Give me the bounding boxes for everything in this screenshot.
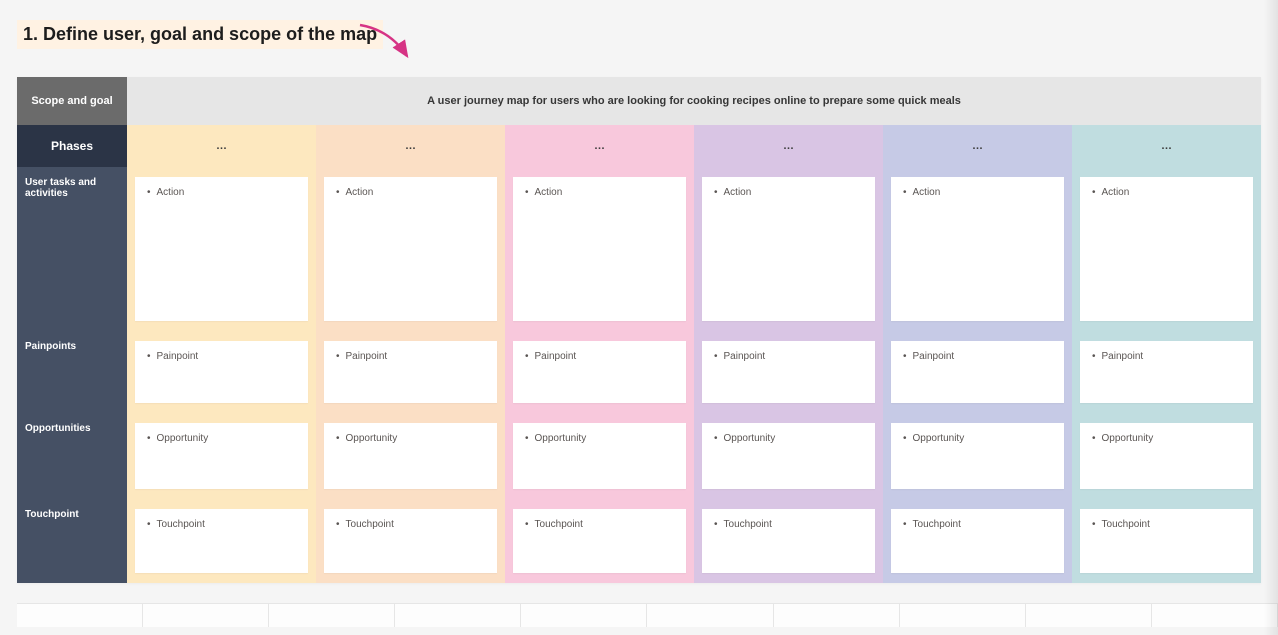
cell-touchpoint[interactable]: Touchpoint: [694, 499, 883, 583]
row-header-phases: Phases: [17, 125, 127, 167]
cell-painpoint[interactable]: Painpoint: [883, 331, 1072, 413]
cell-painpoint[interactable]: Painpoint: [316, 331, 505, 413]
action-item: Action: [903, 187, 940, 198]
phase-header[interactable]: …: [1072, 125, 1261, 167]
cell-painpoint[interactable]: Painpoint: [1072, 331, 1261, 413]
cell-touchpoint[interactable]: Touchpoint: [1072, 499, 1261, 583]
phase-header[interactable]: …: [127, 125, 316, 167]
cell-action[interactable]: Action: [505, 167, 694, 331]
step-title: 1. Define user, goal and scope of the ma…: [17, 20, 383, 49]
action-item: Action: [525, 187, 562, 198]
opportunity-item: Opportunity: [336, 433, 397, 444]
cell-touchpoint[interactable]: Touchpoint: [127, 499, 316, 583]
touchpoint-item: Touchpoint: [903, 519, 961, 530]
phase-header[interactable]: …: [505, 125, 694, 167]
touchpoint-item: Touchpoint: [336, 519, 394, 530]
cell-opportunity[interactable]: Opportunity: [694, 413, 883, 499]
touchpoint-item: Touchpoint: [525, 519, 583, 530]
edge-shadow: [1264, 0, 1278, 635]
cell-action[interactable]: Action: [694, 167, 883, 331]
action-item: Action: [147, 187, 184, 198]
painpoint-item: Painpoint: [525, 351, 576, 362]
action-item: Action: [336, 187, 373, 198]
row-header-touchpoint: Touchpoint: [17, 499, 127, 583]
action-item: Action: [1092, 187, 1129, 198]
cell-touchpoint[interactable]: Touchpoint: [883, 499, 1072, 583]
cell-painpoint[interactable]: Painpoint: [505, 331, 694, 413]
cell-opportunity[interactable]: Opportunity: [316, 413, 505, 499]
painpoint-item: Painpoint: [147, 351, 198, 362]
painpoint-item: Painpoint: [1092, 351, 1143, 362]
painpoint-item: Painpoint: [336, 351, 387, 362]
opportunity-item: Opportunity: [714, 433, 775, 444]
cell-action[interactable]: Action: [316, 167, 505, 331]
cell-painpoint[interactable]: Painpoint: [127, 331, 316, 413]
cell-action[interactable]: Action: [127, 167, 316, 331]
cell-opportunity[interactable]: Opportunity: [1072, 413, 1261, 499]
phase-header[interactable]: …: [316, 125, 505, 167]
opportunity-item: Opportunity: [525, 433, 586, 444]
background-grid: [17, 603, 1278, 627]
phase-header[interactable]: …: [883, 125, 1072, 167]
journey-map: Scope and goal A user journey map for us…: [17, 77, 1261, 583]
scope-text: A user journey map for users who are loo…: [127, 77, 1261, 125]
touchpoint-item: Touchpoint: [1092, 519, 1150, 530]
cell-touchpoint[interactable]: Touchpoint: [316, 499, 505, 583]
cell-action[interactable]: Action: [883, 167, 1072, 331]
row-header-painpoints: Painpoints: [17, 331, 127, 413]
cell-opportunity[interactable]: Opportunity: [883, 413, 1072, 499]
scope-label: Scope and goal: [17, 77, 127, 125]
cell-painpoint[interactable]: Painpoint: [694, 331, 883, 413]
row-header-opportunities: Opportunities: [17, 413, 127, 499]
cell-opportunity[interactable]: Opportunity: [505, 413, 694, 499]
cell-touchpoint[interactable]: Touchpoint: [505, 499, 694, 583]
cell-action[interactable]: Action: [1072, 167, 1261, 331]
opportunity-item: Opportunity: [147, 433, 208, 444]
opportunity-item: Opportunity: [1092, 433, 1153, 444]
phase-header[interactable]: …: [694, 125, 883, 167]
touchpoint-item: Touchpoint: [147, 519, 205, 530]
touchpoint-item: Touchpoint: [714, 519, 772, 530]
cell-opportunity[interactable]: Opportunity: [127, 413, 316, 499]
action-item: Action: [714, 187, 751, 198]
row-header-tasks: User tasks and activities: [17, 167, 127, 331]
painpoint-item: Painpoint: [714, 351, 765, 362]
opportunity-item: Opportunity: [903, 433, 964, 444]
painpoint-item: Painpoint: [903, 351, 954, 362]
